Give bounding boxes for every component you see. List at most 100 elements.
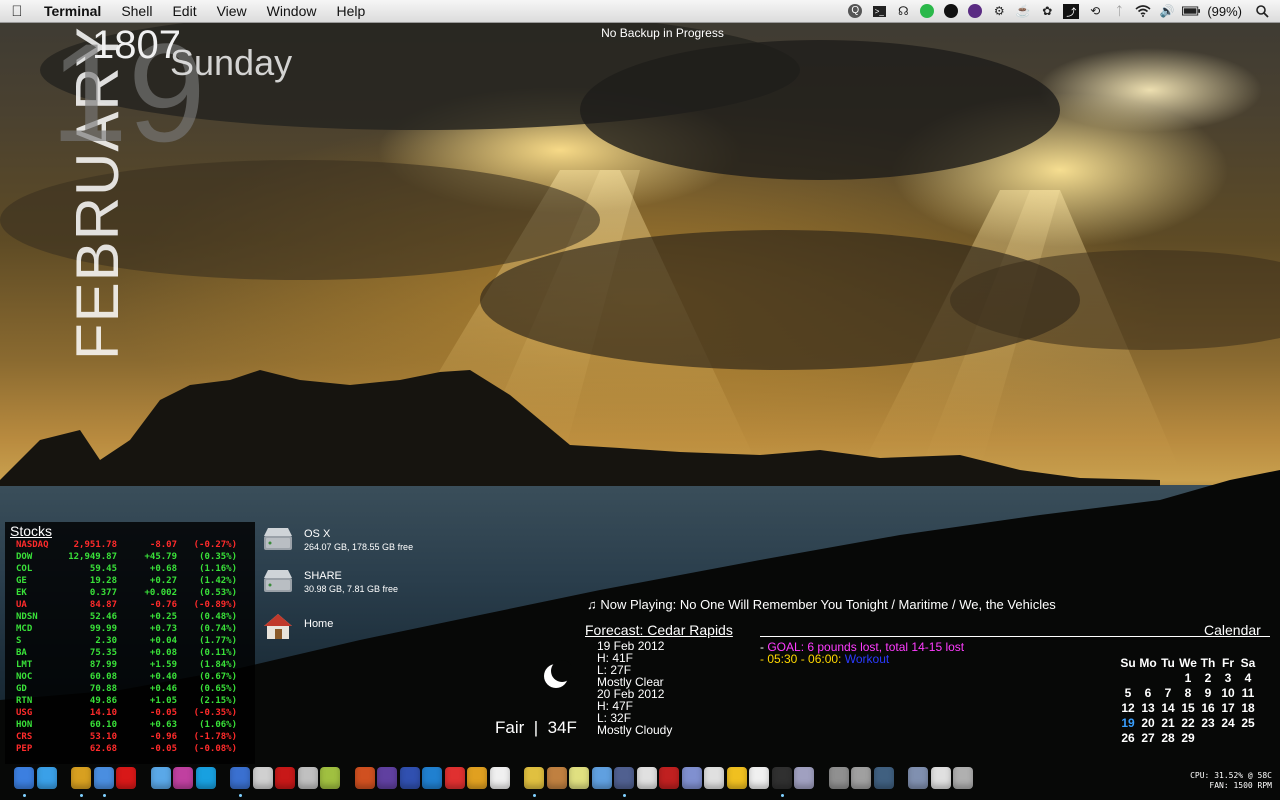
calendar-day: 29 bbox=[1181, 731, 1195, 745]
disk-utility-icon[interactable] bbox=[851, 767, 871, 789]
quicksilver-icon[interactable]: Q bbox=[846, 3, 864, 19]
green-status-icon[interactable] bbox=[918, 3, 936, 19]
lightning-icon[interactable]: ⤴ bbox=[1062, 3, 1080, 19]
calendar-day: 13 bbox=[1141, 701, 1155, 715]
stock-chg: +0.04 bbox=[149, 636, 177, 646]
cup-icon[interactable]: ☕ bbox=[1014, 3, 1032, 19]
stock-chg: +0.63 bbox=[149, 720, 177, 730]
paw-icon[interactable]: ✿ bbox=[1038, 3, 1056, 19]
stock-pct: (0.65%) bbox=[199, 684, 237, 694]
menu-edit[interactable]: Edit bbox=[162, 0, 206, 22]
battery-percent[interactable]: (99%) bbox=[1207, 4, 1242, 19]
adium-icon[interactable] bbox=[726, 767, 747, 789]
activity-monitor-icon[interactable] bbox=[828, 767, 849, 789]
finder-icon[interactable] bbox=[14, 767, 34, 789]
menu-help[interactable]: Help bbox=[326, 0, 375, 22]
purple-status-icon[interactable] bbox=[966, 3, 984, 19]
calendar-day: 9 bbox=[1204, 686, 1212, 700]
star-icon[interactable] bbox=[704, 767, 724, 789]
running-indicator bbox=[533, 794, 536, 797]
plant-icon[interactable] bbox=[320, 767, 340, 789]
gem-icon[interactable] bbox=[444, 767, 465, 789]
stock-pct: (1.06%) bbox=[199, 720, 237, 730]
pencil-icon[interactable] bbox=[377, 767, 397, 789]
black-status-icon[interactable] bbox=[942, 3, 960, 19]
stock-price: 60.10 bbox=[89, 720, 117, 730]
drive-osx[interactable]: OS X 264.07 GB, 178.55 GB free bbox=[262, 526, 413, 554]
menu-window[interactable]: Window bbox=[257, 0, 327, 22]
pencils-icon[interactable] bbox=[569, 767, 589, 789]
safari-icon[interactable] bbox=[93, 767, 114, 789]
trash-icon[interactable] bbox=[953, 767, 973, 789]
stock-row: RTN 49.86 +1.05 (2.15%) bbox=[5, 695, 255, 707]
menu-app-terminal[interactable]: Terminal bbox=[34, 0, 111, 22]
ical-icon[interactable] bbox=[489, 767, 510, 789]
gallery-icon[interactable] bbox=[546, 767, 567, 789]
calendar-day: 17 bbox=[1221, 701, 1235, 715]
growl-icon[interactable] bbox=[173, 767, 193, 789]
time-machine-icon[interactable] bbox=[873, 767, 894, 789]
wifi-icon[interactable] bbox=[1134, 3, 1152, 19]
apple-icon[interactable]:  bbox=[0, 3, 34, 20]
calendar-events: - GOAL: 6 pounds lost, total 14-15 lost … bbox=[760, 641, 964, 665]
magnifier-icon[interactable] bbox=[1253, 3, 1271, 19]
calendar-weekdays: Su Mo Tu We Th Fr Sa bbox=[1118, 656, 1258, 671]
instruments-icon[interactable] bbox=[252, 767, 273, 789]
cyberduck-icon[interactable] bbox=[614, 767, 634, 789]
event-name: Workout bbox=[844, 652, 890, 666]
terminal-icon[interactable] bbox=[771, 767, 792, 789]
upload-icon[interactable] bbox=[636, 767, 657, 789]
gear-icon[interactable]: ⚙ bbox=[990, 3, 1008, 19]
applications-icon[interactable] bbox=[908, 767, 928, 789]
mail-icon[interactable] bbox=[422, 767, 442, 789]
volume-icon[interactable]: 🔊 bbox=[1158, 3, 1176, 19]
menu-extras: Q >_ ☊ ⚙ ☕ ✿ ⤴ ⟲ ᛏ 🔊 (99%) bbox=[843, 0, 1280, 22]
system-stats: CPU: 31.52% @ 58C FAN: 1500 RPM bbox=[1190, 771, 1272, 791]
stock-price: 59.45 bbox=[89, 564, 117, 574]
running-indicator bbox=[623, 794, 626, 797]
stock-list: NASDAQ 2,951.78 -8.07 (-0.27%) DOW 12,949.87 +… bbox=[5, 539, 255, 755]
dashboard-icon[interactable] bbox=[467, 767, 487, 789]
current-weather: Fair | 34F bbox=[495, 718, 577, 737]
calendar-weekday: Mo bbox=[1139, 656, 1157, 670]
running-indicator bbox=[102, 794, 106, 797]
calendar-day: 19 bbox=[1121, 716, 1135, 730]
preview-icon[interactable] bbox=[354, 767, 375, 789]
textwrangler-icon[interactable] bbox=[399, 767, 420, 789]
ipod-util-icon[interactable] bbox=[297, 767, 318, 789]
stock-chg: +1.05 bbox=[149, 696, 177, 706]
time-machine-icon[interactable]: ⟲ bbox=[1086, 3, 1104, 19]
drive-name: Home bbox=[304, 618, 334, 630]
menu-view[interactable]: View bbox=[207, 0, 257, 22]
calendar-week: 1234 bbox=[1118, 671, 1258, 686]
photo-booth-icon[interactable] bbox=[275, 767, 295, 789]
stock-price: 87.99 bbox=[89, 660, 117, 670]
calendar-day: 3 bbox=[1224, 671, 1232, 685]
x11-icon[interactable] bbox=[749, 767, 769, 789]
itunes-icon[interactable] bbox=[230, 767, 250, 789]
terminal-icon[interactable]: >_ bbox=[870, 3, 888, 19]
menu-shell[interactable]: Shell bbox=[111, 0, 162, 22]
utilities-icon[interactable] bbox=[794, 767, 814, 789]
bluetooth-icon[interactable]: ᛏ bbox=[1110, 3, 1128, 19]
stock-row: S 2.30 +0.04 (1.77%) bbox=[5, 635, 255, 647]
skype-icon[interactable] bbox=[195, 767, 216, 789]
red-book-icon[interactable] bbox=[659, 767, 679, 789]
drive-share[interactable]: SHARE 30.98 GB, 7.81 GB free bbox=[262, 568, 398, 596]
headphones-icon[interactable]: ☊ bbox=[894, 3, 912, 19]
calendar-weekday: Tu bbox=[1161, 656, 1175, 670]
stock-price: 2.30 bbox=[95, 636, 117, 646]
documents-icon[interactable] bbox=[930, 767, 951, 789]
photoshop-icon[interactable] bbox=[524, 767, 544, 789]
opera-icon[interactable] bbox=[116, 767, 136, 789]
battery-icon[interactable] bbox=[1182, 3, 1201, 19]
stock-pct: (2.15%) bbox=[199, 696, 237, 706]
moon-icon[interactable] bbox=[681, 767, 702, 789]
network-icon[interactable] bbox=[591, 767, 612, 789]
chrome-icon[interactable] bbox=[71, 767, 91, 789]
stock-price: 52.46 bbox=[89, 612, 117, 622]
app-store-icon[interactable] bbox=[36, 767, 57, 789]
home-folder[interactable]: Home bbox=[262, 612, 333, 640]
calendar-day bbox=[1158, 671, 1178, 686]
messages-icon[interactable] bbox=[150, 767, 171, 789]
